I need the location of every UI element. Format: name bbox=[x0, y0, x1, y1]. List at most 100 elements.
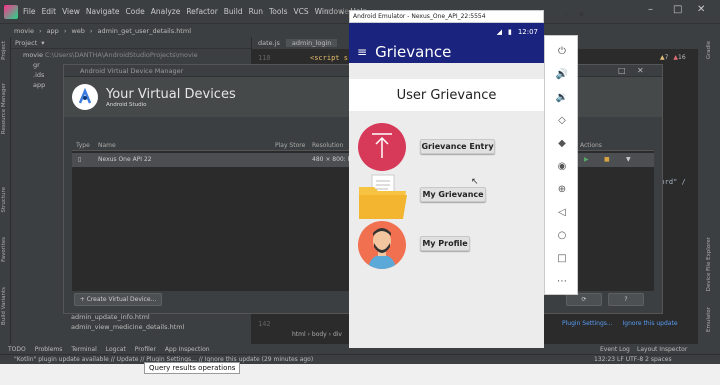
breadcrumb-item[interactable]: admin_get_user_details.html bbox=[98, 27, 192, 35]
tool-terminal[interactable]: Terminal bbox=[71, 346, 96, 353]
avd-subheading: Android Studio bbox=[106, 101, 147, 108]
android-studio-logo-icon bbox=[72, 84, 98, 110]
tree-file[interactable]: admin_view_medicine_details.html bbox=[71, 323, 184, 331]
app-bar: ≡ Grievance bbox=[349, 41, 544, 63]
breadcrumb-item[interactable]: web bbox=[71, 27, 84, 35]
breadcrumb-item[interactable]: app bbox=[47, 27, 59, 35]
tool-logcat[interactable]: Logcat bbox=[106, 346, 126, 353]
right-tool-strip: Gradle Device File Explorer Emulator bbox=[698, 37, 720, 344]
menu-file[interactable]: File bbox=[23, 7, 36, 16]
tool-app-inspection[interactable]: App Inspection bbox=[165, 346, 210, 353]
tree-item[interactable]: gr bbox=[33, 61, 40, 69]
rotate-right-icon[interactable]: ◆ bbox=[555, 136, 569, 150]
tool-resource-manager[interactable]: Resource Manager bbox=[1, 83, 7, 134]
avd-maximize-icon[interactable]: □ bbox=[618, 66, 626, 75]
tool-device-file-explorer[interactable]: Device File Explorer bbox=[706, 237, 712, 291]
tool-structure[interactable]: Structure bbox=[1, 187, 7, 213]
android-studio-logo-icon bbox=[4, 4, 18, 19]
tool-build-variants[interactable]: Build Variants bbox=[1, 287, 7, 325]
tree-item[interactable]: app bbox=[33, 81, 45, 89]
tool-layout-inspector[interactable]: Layout Inspector bbox=[637, 346, 687, 353]
menu-navigate[interactable]: Navigate bbox=[86, 7, 120, 16]
avd-close-icon[interactable]: ✕ bbox=[637, 66, 644, 75]
plugin-settings-link[interactable]: Plugin Settings... bbox=[562, 320, 613, 327]
tool-todo[interactable]: TODO bbox=[8, 346, 26, 353]
inspection-counts[interactable]: ▲7 ▲16 bbox=[660, 54, 686, 61]
emulator-close-icon[interactable]: ✕ bbox=[578, 10, 585, 19]
home-icon[interactable]: ○ bbox=[555, 228, 569, 242]
help-button[interactable]: ? bbox=[608, 293, 644, 306]
android-status-bar: ◢ ▮ 12:07 bbox=[349, 23, 544, 41]
project-panel-header: Project ▾ bbox=[11, 37, 251, 49]
menu-edit[interactable]: Edit bbox=[42, 7, 57, 16]
my-profile-button[interactable]: My Profile bbox=[420, 236, 470, 251]
overview-icon[interactable]: □ bbox=[555, 251, 569, 265]
minimize-icon[interactable]: – bbox=[648, 4, 653, 15]
avd-heading: Your Virtual Devices bbox=[106, 86, 236, 102]
tool-profiler[interactable]: Profiler bbox=[135, 346, 156, 353]
tool-favorites[interactable]: Favorites bbox=[1, 237, 7, 262]
menu-view[interactable]: View bbox=[62, 7, 80, 16]
folder-icon[interactable]: ■ bbox=[604, 156, 610, 163]
tree-root[interactable]: movie C:\Users\DANTHA\AndroidStudioProje… bbox=[23, 51, 198, 59]
ignore-update-link[interactable]: Ignore this update bbox=[623, 320, 678, 327]
code-line: <script sr bbox=[310, 54, 353, 62]
maximize-icon[interactable]: □ bbox=[673, 4, 682, 15]
plugin-links: Plugin Settings... Ignore this update bbox=[562, 320, 678, 327]
phone-icon: ▯ bbox=[78, 156, 82, 163]
emulator-minimize-icon[interactable]: – bbox=[564, 10, 568, 19]
app-title: Grievance bbox=[375, 43, 452, 61]
power-icon[interactable]: ⏻ bbox=[555, 44, 569, 58]
menu-refactor[interactable]: Refactor bbox=[186, 7, 217, 16]
back-icon[interactable]: ◁ bbox=[555, 205, 569, 219]
tab-admin-login[interactable]: admin_login bbox=[285, 39, 338, 47]
upload-icon[interactable] bbox=[358, 123, 406, 171]
status-position[interactable]: 132:23 LF UTF-8 2 spaces bbox=[594, 356, 672, 363]
menu-code[interactable]: Code bbox=[126, 7, 145, 16]
project-view-dropdown[interactable]: Project bbox=[15, 39, 37, 47]
tool-emulator[interactable]: Emulator bbox=[706, 307, 712, 332]
grievance-entry-button[interactable]: Grievance Entry bbox=[420, 139, 495, 154]
tree-item[interactable]: .ids bbox=[33, 71, 44, 79]
tool-problems[interactable]: Problems bbox=[35, 346, 63, 353]
tool-project[interactable]: Project bbox=[1, 41, 7, 60]
hamburger-menu-icon[interactable]: ≡ bbox=[357, 45, 367, 59]
line-number: 118 bbox=[258, 54, 271, 62]
ide-project-title: movie bbox=[326, 7, 350, 16]
more-icon[interactable]: ⋯ bbox=[555, 274, 569, 288]
volume-down-icon[interactable]: 🔉 bbox=[555, 90, 569, 104]
close-icon[interactable]: ✕ bbox=[697, 4, 705, 15]
line-number: 142 bbox=[258, 320, 271, 328]
create-virtual-device-button[interactable]: + Create Virtual Device... bbox=[74, 293, 162, 306]
col-resolution[interactable]: Resolution bbox=[312, 142, 343, 149]
menu-tools[interactable]: Tools bbox=[269, 7, 287, 16]
profile-avatar-icon[interactable] bbox=[358, 221, 406, 269]
tab-date-js[interactable]: date.js bbox=[252, 39, 286, 47]
rotate-left-icon[interactable]: ◇ bbox=[555, 113, 569, 127]
camera-icon[interactable]: ◉ bbox=[555, 159, 569, 173]
tree-file[interactable]: admin_update_info.html bbox=[71, 313, 150, 321]
zoom-icon[interactable]: ⊕ bbox=[555, 182, 569, 196]
col-type[interactable]: Type bbox=[76, 142, 90, 149]
breadcrumb-item[interactable]: movie bbox=[14, 27, 34, 35]
menu-vcs[interactable]: VCS bbox=[293, 7, 308, 16]
col-name[interactable]: Name bbox=[98, 142, 116, 149]
menu-build[interactable]: Build bbox=[224, 7, 243, 16]
emulator-title-bar: Android Emulator - Nexus_One_API_22:5554 bbox=[349, 10, 544, 23]
tool-event-log[interactable]: Event Log bbox=[600, 346, 630, 353]
volume-up-icon[interactable]: 🔊 bbox=[555, 67, 569, 81]
chevron-down-icon[interactable]: ▾ bbox=[41, 39, 44, 47]
col-play-store[interactable]: Play Store bbox=[275, 142, 305, 149]
status-bar: "Kotlin" plugin update available // Upda… bbox=[0, 354, 720, 364]
signal-icon: ◢ bbox=[496, 28, 502, 36]
menu-analyze[interactable]: Analyze bbox=[151, 7, 181, 16]
col-actions[interactable]: Actions bbox=[580, 142, 602, 149]
folder-icon[interactable] bbox=[358, 173, 408, 221]
menu-run[interactable]: Run bbox=[249, 7, 263, 16]
chevron-down-icon[interactable]: ▼ bbox=[626, 156, 631, 163]
tooltip: Query results operations bbox=[144, 362, 241, 374]
my-grievance-button[interactable]: My Grievance bbox=[420, 187, 486, 202]
tool-gradle[interactable]: Gradle bbox=[706, 41, 712, 59]
run-icon[interactable]: ▶ bbox=[584, 156, 589, 163]
mouse-cursor-icon: ↖ bbox=[471, 177, 479, 187]
